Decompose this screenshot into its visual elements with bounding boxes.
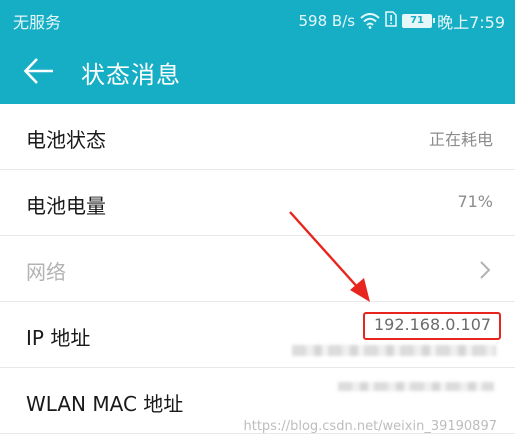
status-bar: 无服务 598 B/s 71 晚上7:59 [0,0,515,38]
carrier-label: 无服务 [13,13,62,32]
net-speed: 598 B/s [298,12,356,30]
row-value: 71% [457,192,493,211]
row-ip-address: IP 地址 192.168.0.107 [0,302,515,368]
wifi-icon [360,13,380,29]
page-title: 状态消息 [81,61,181,89]
row-network[interactable]: 网络 [0,236,515,302]
arrow-left-icon [23,58,53,84]
row-label: IP 地址 [26,326,91,350]
redacted-ipv6 [292,345,496,356]
back-button[interactable] [22,54,58,88]
row-label: 网络 [26,260,66,284]
clock: 晚上7:59 [437,13,505,32]
row-label: 电池电量 [26,194,106,218]
row-battery-level: 电池电量 71% [0,170,515,236]
chevron-right-icon [480,261,491,279]
watermark: https://blog.csdn.net/weixin_39190897 [243,419,497,434]
row-value: 正在耗电 [428,130,493,149]
app-bar: 状态消息 [0,38,515,104]
row-battery-status: 电池状态 正在耗电 [0,104,515,170]
row-label: 电池状态 [26,128,106,152]
sim-alert-icon [385,11,397,31]
ip-address-value: 192.168.0.107 [374,315,492,334]
row-label: WLAN MAC 地址 [26,392,184,416]
battery-icon: 71 [402,14,436,28]
status-list: 电池状态 正在耗电 电池电量 71% 网络 IP 地址 192.168.0.10… [0,104,515,434]
status-bar-right: 598 B/s 71 晚上7:59 [294,9,505,33]
redacted-mac [338,382,494,391]
status-info-screen: 无服务 598 B/s 71 晚上7:59 状态消息 电池状态 正在耗电 电池电… [0,0,515,442]
